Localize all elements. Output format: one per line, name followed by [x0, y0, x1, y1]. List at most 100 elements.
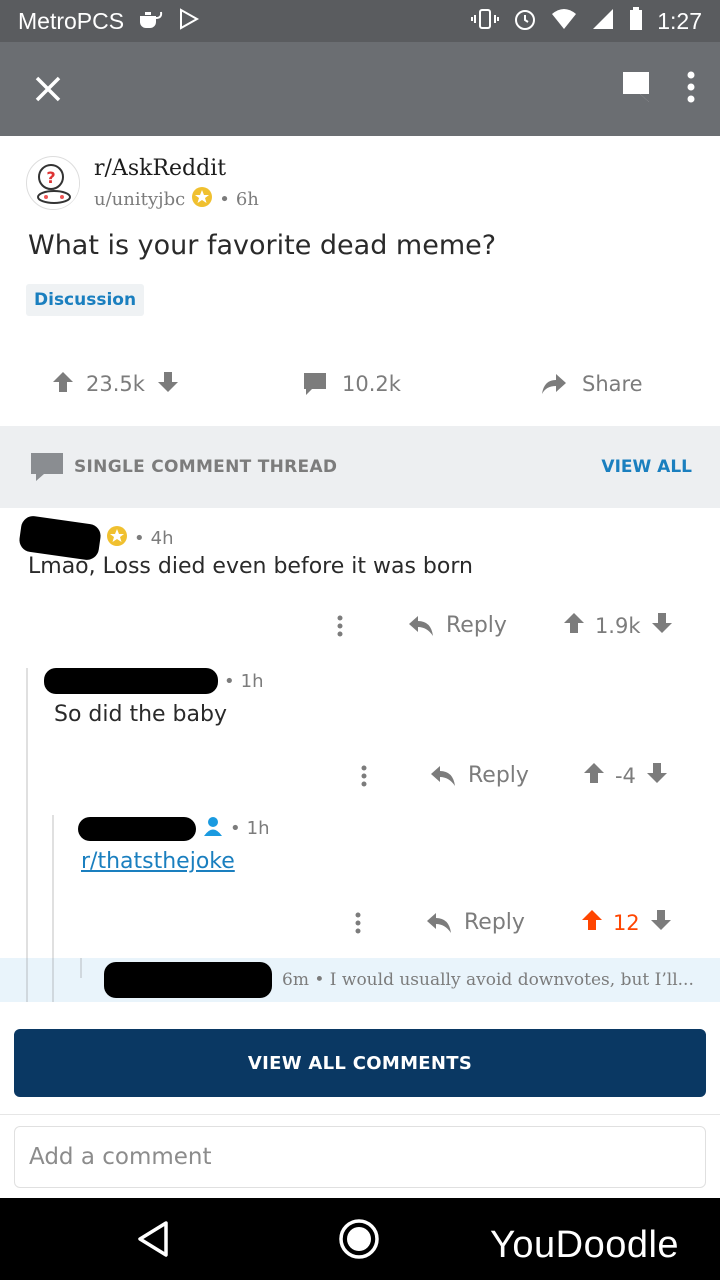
more-options-button[interactable] — [686, 71, 696, 107]
close-icon — [35, 76, 61, 102]
post-score: 23.5k — [86, 372, 145, 396]
carrier-name: MetroPCS — [18, 7, 125, 34]
thread-line — [80, 958, 82, 978]
upvote-arrow-icon — [53, 372, 73, 392]
post-flair: Discussion — [26, 284, 145, 316]
meta-separator: • — [134, 527, 145, 549]
comment: • 1h r/thatsthejoke Reply 12 — [0, 805, 720, 958]
divider — [0, 1114, 720, 1115]
watermark: YouDoodle — [490, 1224, 680, 1266]
alarm-icon — [513, 7, 537, 35]
clock: 1:27 — [657, 7, 702, 34]
comment-bubble-icon — [304, 373, 326, 395]
vibrate-icon — [471, 7, 500, 35]
award-icon — [106, 525, 128, 552]
comment-more-button[interactable] — [330, 615, 350, 637]
home-circle-icon — [339, 1219, 379, 1259]
redacted-username — [78, 816, 196, 841]
redacted-username — [44, 668, 218, 694]
more-vertical-icon — [687, 71, 695, 103]
subreddit-link[interactable]: r/thatsthejoke — [81, 849, 235, 874]
comment-score: -4 — [614, 763, 636, 788]
askreddit-logo-icon: ? — [29, 159, 79, 209]
downvote-arrow-icon — [650, 910, 671, 930]
meta-separator: • — [314, 970, 330, 990]
comment-count: 10.2k — [342, 372, 401, 396]
meta-separator: • — [219, 189, 230, 210]
more-vertical-icon — [337, 615, 343, 636]
bookmark-button[interactable] — [622, 71, 650, 107]
comment-more-button[interactable] — [348, 912, 368, 934]
app-bar — [0, 42, 720, 136]
teapot-icon — [136, 8, 164, 34]
post-age: 6h — [235, 189, 259, 210]
reply-label: Reply — [464, 910, 525, 935]
reply-button[interactable]: Reply — [408, 613, 507, 638]
award-icon — [191, 186, 213, 213]
reply-arrow-icon — [427, 912, 451, 933]
comment-age: 1h — [240, 670, 264, 692]
thread-header: SINGLE COMMENT THREAD VIEW ALL — [0, 426, 720, 508]
meta-separator: • — [230, 818, 241, 839]
comment-bubble-icon — [31, 453, 63, 481]
play-store-icon — [178, 8, 200, 34]
upvote-button[interactable] — [563, 612, 585, 639]
upvote-arrow-icon — [583, 763, 604, 783]
wifi-icon — [551, 8, 577, 34]
comment-age: 4h — [150, 527, 174, 549]
upvote-arrow-icon — [563, 613, 584, 633]
reply-arrow-icon — [409, 615, 433, 636]
svg-text:?: ? — [46, 168, 55, 187]
reply-label: Reply — [446, 613, 507, 638]
comment-preview: I would usually avoid downvotes, but I’l… — [329, 970, 694, 990]
comment-body: So did the baby — [54, 702, 227, 727]
post-author[interactable]: u/unityjbc — [94, 189, 185, 210]
meta-separator: • — [224, 670, 235, 692]
share-label: Share — [582, 372, 643, 396]
more-vertical-icon — [355, 912, 361, 933]
collapsed-comment[interactable]: 6m • I would usually avoid downvotes, bu… — [0, 958, 720, 1002]
share-arrow-icon — [542, 374, 566, 394]
comment: • 4h Lmao, Loss died even before it was … — [0, 508, 720, 658]
upvote-button-active[interactable] — [581, 909, 603, 936]
downvote-arrow-icon — [157, 372, 178, 392]
thread-label: SINGLE COMMENT THREAD — [74, 457, 338, 477]
comment-age: 1h — [246, 818, 270, 839]
downvote-arrow-icon — [646, 763, 667, 783]
close-button[interactable] — [24, 65, 72, 113]
upvote-arrow-icon — [581, 910, 602, 930]
downvote-button[interactable] — [646, 762, 668, 789]
post-title: What is your favorite dead meme? — [28, 230, 497, 261]
comment-more-button[interactable] — [354, 765, 374, 787]
view-all-comments-button[interactable]: VIEW ALL COMMENTS — [14, 1029, 706, 1097]
post: ? r/AskReddit u/unityjbc • 6h What is yo… — [0, 136, 720, 426]
share-button[interactable]: Share — [540, 372, 643, 396]
downvote-button[interactable] — [650, 909, 672, 936]
bookmark-icon — [623, 72, 649, 102]
downvote-button[interactable] — [157, 371, 179, 397]
comment-age: 6m — [282, 970, 309, 990]
comments-button[interactable]: 10.2k — [302, 372, 401, 396]
home-button[interactable] — [338, 1218, 380, 1264]
reply-button[interactable]: Reply — [430, 763, 529, 788]
upvote-button[interactable] — [583, 762, 605, 789]
back-button[interactable] — [136, 1220, 170, 1262]
subreddit-avatar[interactable]: ? — [26, 156, 80, 210]
reply-label: Reply — [468, 763, 529, 788]
back-triangle-icon — [138, 1221, 168, 1257]
comment: • 1h So did the baby Reply -4 — [0, 658, 720, 808]
user-icon — [202, 815, 224, 842]
battery-icon — [629, 7, 643, 35]
subreddit-name[interactable]: r/AskReddit — [94, 156, 226, 181]
reply-button[interactable]: Reply — [426, 910, 525, 935]
downvote-arrow-icon — [651, 613, 672, 633]
status-bar: MetroPCS 1:27 — [0, 0, 720, 42]
comment-score: 1.9k — [594, 613, 641, 638]
downvote-button[interactable] — [651, 612, 673, 639]
add-comment-input[interactable] — [14, 1126, 706, 1188]
view-all-link[interactable]: VIEW ALL — [601, 457, 692, 477]
comment-score: 12 — [612, 910, 640, 935]
thread-line — [26, 958, 28, 1002]
upvote-button[interactable] — [52, 371, 74, 397]
more-vertical-icon — [361, 765, 367, 786]
